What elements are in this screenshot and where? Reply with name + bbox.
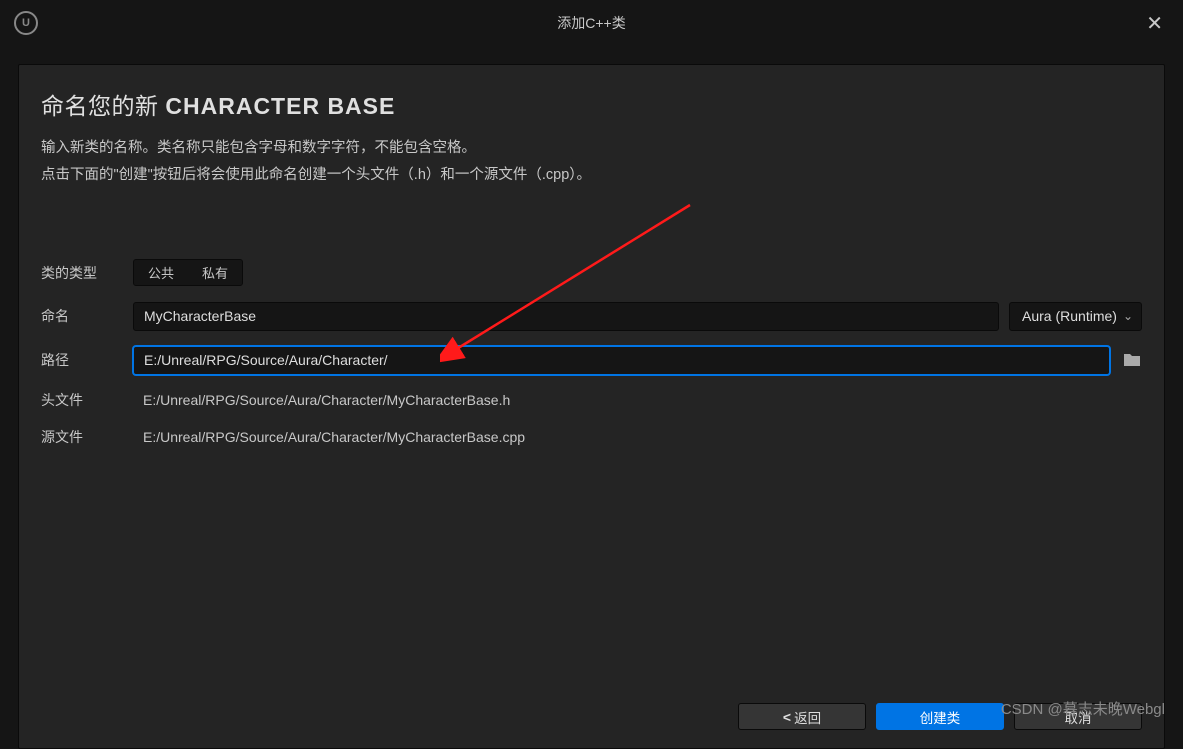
create-button[interactable]: 创建类: [876, 703, 1004, 730]
name-label: 命名: [41, 306, 133, 326]
description: 输入新类的名称。类名称只能包含字母和数字字符，不能包含空格。 点击下面的"创建"…: [41, 135, 1142, 189]
path-label: 路径: [41, 350, 133, 370]
footer-buttons: < 返回 创建类 取消: [41, 691, 1142, 730]
header-file-row: 头文件 E:/Unreal/RPG/Source/Aura/Character/…: [41, 390, 1142, 410]
name-input[interactable]: [133, 302, 999, 331]
class-type-label: 类的类型: [41, 263, 133, 283]
page-title: 命名您的新 CHARACTER BASE: [41, 87, 1142, 121]
main-panel: 命名您的新 CHARACTER BASE 输入新类的名称。类名称只能包含字母和数…: [18, 64, 1165, 749]
source-file-label: 源文件: [41, 427, 133, 447]
path-row: 路径: [41, 346, 1142, 375]
window-title: 添加C++类: [557, 13, 625, 33]
watermark: CSDN @暮志未晚Webgl: [1001, 698, 1165, 719]
class-type-row: 类的类型 公共 私有: [41, 259, 1142, 287]
header-file-value: E:/Unreal/RPG/Source/Aura/Character/MyCh…: [133, 392, 510, 408]
browse-folder-icon[interactable]: [1122, 352, 1142, 368]
module-dropdown[interactable]: Aura (Runtime) ⌄: [1009, 302, 1142, 331]
title-prefix: 命名您的新: [41, 93, 165, 119]
title-bar: U 添加C++类 ✕: [0, 0, 1183, 46]
title-classname: CHARACTER BASE: [165, 93, 395, 119]
class-type-toggle: 公共 私有: [133, 259, 243, 286]
source-file-row: 源文件 E:/Unreal/RPG/Source/Aura/Character/…: [41, 427, 1142, 447]
chevron-left-icon: <: [783, 709, 791, 725]
name-row: 命名 Aura (Runtime) ⌄: [41, 302, 1142, 331]
module-value: Aura (Runtime): [1022, 308, 1117, 324]
path-input[interactable]: [133, 346, 1110, 375]
source-file-value: E:/Unreal/RPG/Source/Aura/Character/MyCh…: [133, 429, 525, 445]
ue-logo-icon: U: [14, 11, 38, 35]
header-file-label: 头文件: [41, 390, 133, 410]
desc-line: 输入新类的名称。类名称只能包含字母和数字字符，不能包含空格。: [41, 135, 1142, 162]
public-button[interactable]: 公共: [134, 260, 188, 285]
chevron-down-icon: ⌄: [1123, 309, 1133, 323]
back-button[interactable]: < 返回: [738, 703, 866, 730]
close-icon[interactable]: ✕: [1138, 8, 1171, 39]
desc-line: 点击下面的"创建"按钮后将会使用此命名创建一个头文件（.h）和一个源文件（.cp…: [41, 162, 1142, 189]
back-label: 返回: [794, 707, 821, 727]
private-button[interactable]: 私有: [188, 260, 242, 285]
